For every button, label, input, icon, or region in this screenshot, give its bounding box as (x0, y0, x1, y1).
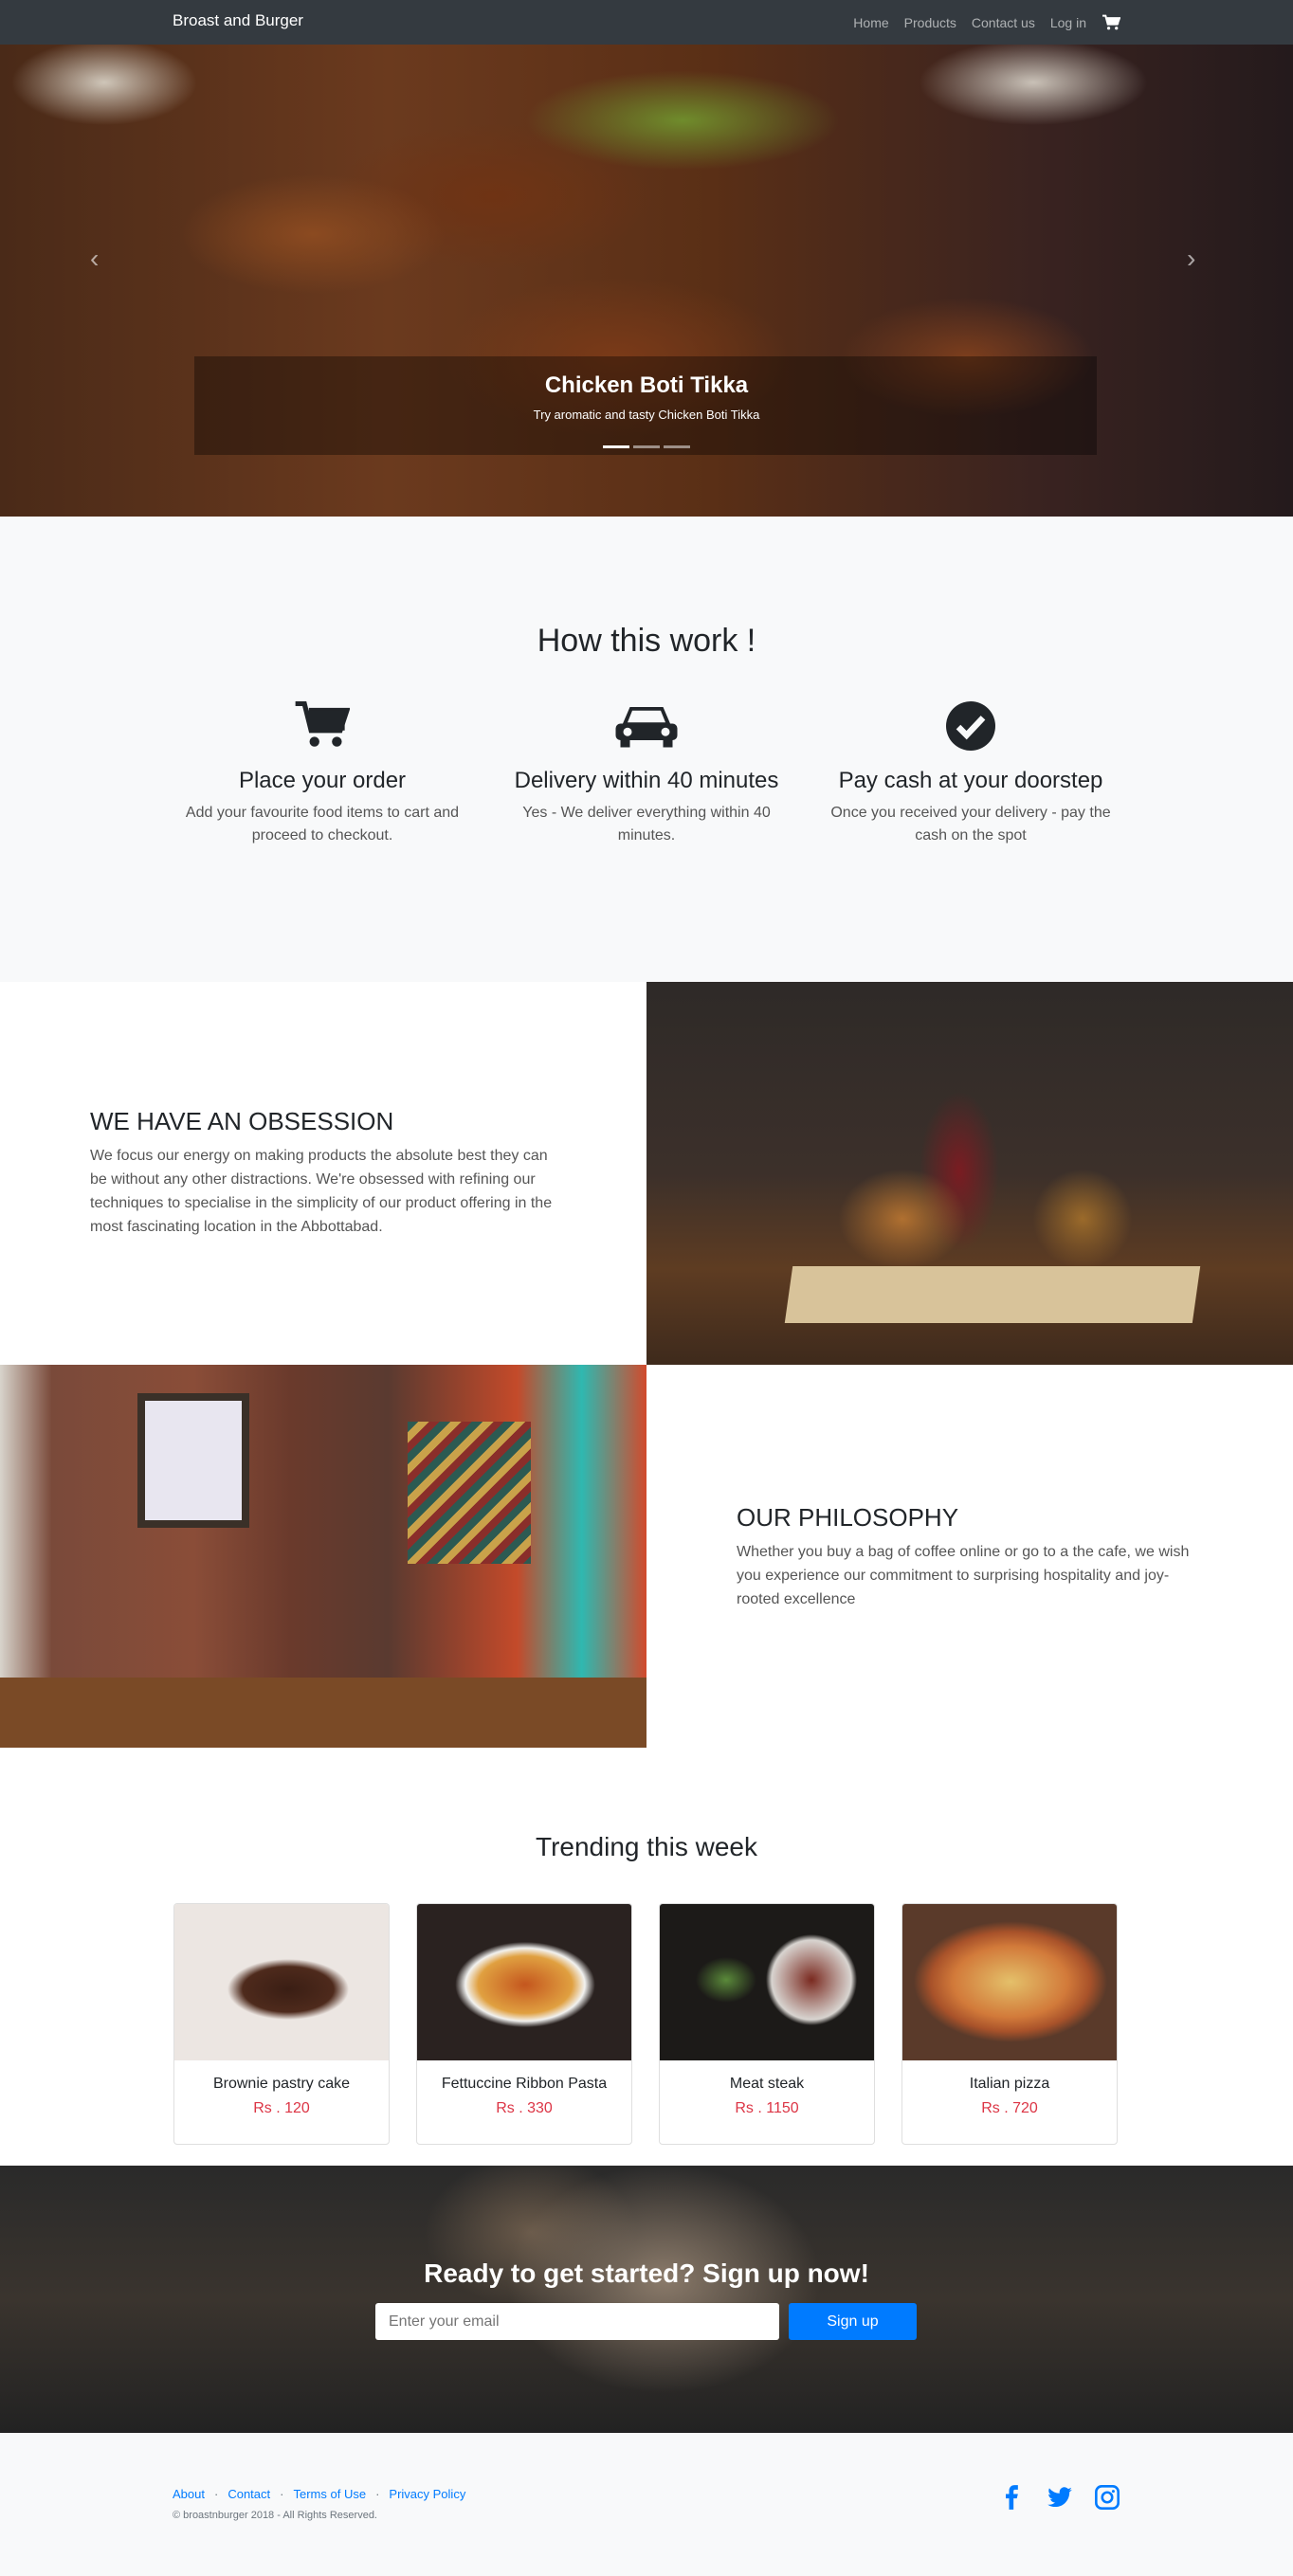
hero-title: Chicken Boti Tikka (544, 372, 749, 398)
carousel-indicator[interactable] (603, 445, 629, 448)
nav-login[interactable]: Log in (1050, 15, 1086, 30)
product-price: Rs . 720 (981, 2100, 1038, 2116)
email-input[interactable] (375, 2303, 779, 2340)
showcase-title: OUR PHILOSOPHY (737, 1503, 959, 1532)
showcase-title: WE HAVE AN OBSESSION (90, 1107, 394, 1135)
nav-products[interactable]: Products (904, 15, 956, 30)
restaurant-image (0, 1365, 646, 1748)
navbar: Broast and Burger Home Products Contact … (0, 0, 1293, 45)
footer-links: About · Contact · Terms of Use · Privacy… (173, 2487, 465, 2501)
carousel-indicator[interactable] (664, 445, 690, 448)
nav-links: Home Products Contact us Log in (853, 0, 1120, 45)
product-price: Rs . 120 (253, 2100, 310, 2116)
product-card[interactable]: Italian pizza Rs . 720 (901, 1903, 1118, 2145)
footer-separator: · (280, 2487, 284, 2501)
step-pay-cash: Pay cash at your doorstep Once you recei… (829, 701, 1113, 847)
step-text: Yes - We deliver everything within 40 mi… (522, 805, 771, 844)
product-name: Meat steak (729, 2076, 805, 2092)
product-image (417, 1904, 631, 2060)
step-place-order: Place your order Add your favourite food… (180, 701, 464, 847)
product-name: Italian pizza (969, 2076, 1050, 2092)
footer-link-contact[interactable]: Contact (228, 2487, 270, 2501)
hero-subtitle: Try aromatic and tasty Chicken Boti Tikk… (533, 408, 760, 422)
nav-contact[interactable]: Contact us (972, 15, 1035, 30)
step-title: Pay cash at your doorstep (838, 768, 1103, 793)
carousel-indicators (0, 445, 1293, 448)
showcase-text: Whether you buy a bag of coffee online o… (737, 1544, 1190, 1607)
carousel-caption (194, 356, 1097, 455)
carousel-indicator[interactable] (633, 445, 660, 448)
instagram-icon[interactable] (1094, 2484, 1120, 2511)
cart-icon (295, 701, 350, 747)
step-title: Delivery within 40 minutes (514, 768, 779, 793)
showcase-text: We focus our energy on making products t… (90, 1148, 553, 1235)
product-price: Rs . 1150 (735, 2100, 799, 2116)
step-text: Add your favourite food items to cart an… (185, 805, 460, 844)
signup-button[interactable]: Sign up (789, 2303, 917, 2340)
twitter-icon[interactable] (1047, 2484, 1073, 2511)
check-circle-icon (946, 701, 995, 751)
nav-home[interactable]: Home (853, 15, 888, 30)
footer-link-privacy[interactable]: Privacy Policy (389, 2487, 465, 2501)
section-title: How this work ! (537, 623, 756, 659)
carousel-next-icon[interactable]: › (1187, 244, 1195, 274)
trending-title: Trending this week (536, 1832, 757, 1861)
copyright: © broastnburger 2018 - All Rights Reserv… (173, 2510, 377, 2521)
obsession-block: WE HAVE AN OBSESSION We focus our energy… (90, 1107, 555, 1239)
product-card[interactable]: Fettuccine Ribbon Pasta Rs . 330 (416, 1903, 632, 2145)
product-image (174, 1904, 389, 2060)
footer-separator: · (213, 2487, 219, 2501)
facebook-icon[interactable] (999, 2484, 1026, 2511)
carousel-prev-icon[interactable]: ‹ (90, 244, 99, 274)
product-card[interactable]: Brownie pastry cake Rs . 120 (173, 1903, 390, 2145)
product-name: Brownie pastry cake (212, 2076, 351, 2092)
product-name: Fettuccine Ribbon Pasta (441, 2076, 608, 2092)
brand-logo[interactable]: Broast and Burger (173, 11, 303, 30)
footer-link-terms[interactable]: Terms of Use (293, 2487, 366, 2501)
product-image (902, 1904, 1117, 2060)
footer: About · Contact · Terms of Use · Privacy… (0, 2433, 1293, 2576)
cart-icon[interactable] (1102, 14, 1120, 31)
car-icon (615, 707, 678, 748)
burger-image (646, 982, 1293, 1365)
how-it-works-section: How this work ! Place your order Add you… (0, 517, 1293, 982)
signup-section: Ready to get started? Sign up now! Sign … (0, 2166, 1293, 2433)
philosophy-block: OUR PHILOSOPHY Whether you buy a bag of … (737, 1503, 1192, 1611)
step-title: Place your order (238, 768, 407, 793)
footer-link-about[interactable]: About (173, 2487, 205, 2501)
footer-separator: · (375, 2487, 380, 2501)
product-card[interactable]: Meat steak Rs . 1150 (659, 1903, 875, 2145)
signup-title: Ready to get started? Sign up now! (424, 2259, 869, 2288)
social-links (999, 2484, 1120, 2511)
product-price: Rs . 330 (496, 2100, 553, 2116)
product-image (660, 1904, 874, 2060)
step-delivery: Delivery within 40 minutes Yes - We deli… (504, 701, 789, 847)
step-text: Once you received your delivery - pay th… (830, 805, 1111, 844)
